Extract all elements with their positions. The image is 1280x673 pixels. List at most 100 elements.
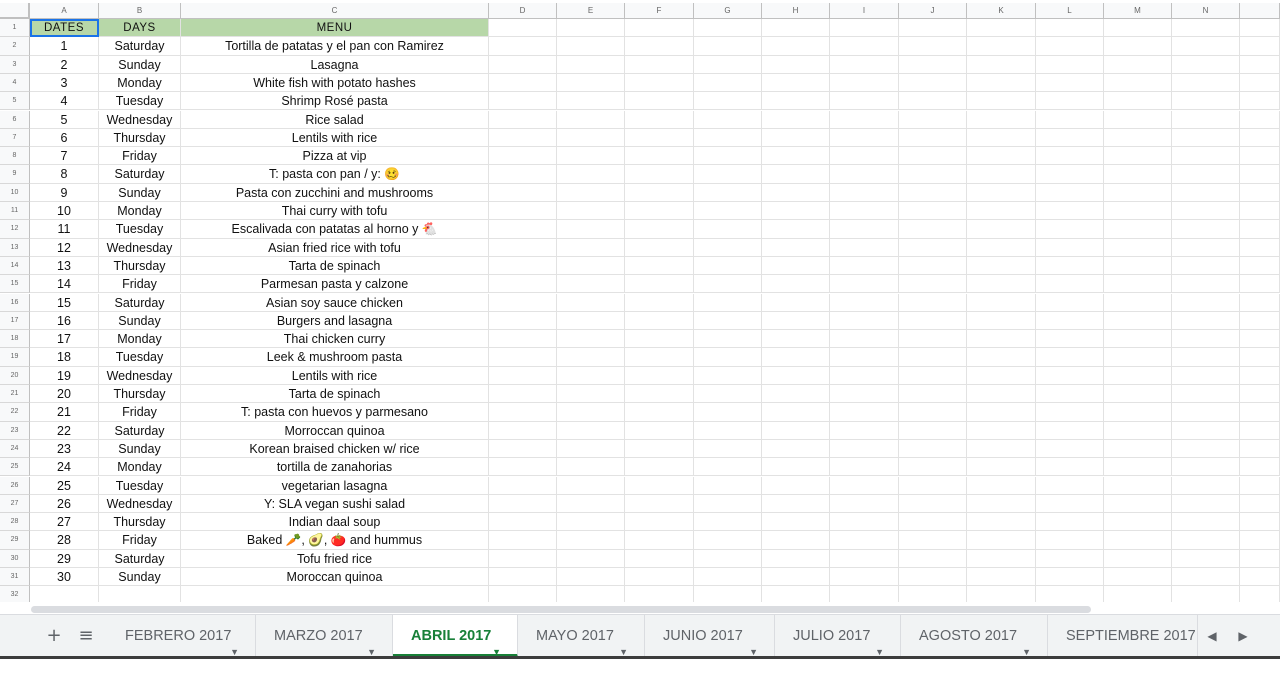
empty-cell[interactable] — [1036, 19, 1104, 38]
empty-cell[interactable] — [762, 311, 830, 331]
row-header-7[interactable]: 7 — [0, 128, 30, 148]
empty-cell[interactable] — [762, 293, 830, 312]
day-cell[interactable]: Tuesday — [99, 220, 181, 239]
empty-cell[interactable] — [830, 476, 899, 495]
row-header-26[interactable]: 26 — [0, 476, 30, 495]
empty-cell[interactable] — [1104, 531, 1172, 550]
row-header-22[interactable]: 22 — [0, 403, 30, 422]
empty-cell[interactable] — [1104, 494, 1172, 514]
empty-cell[interactable] — [1240, 183, 1280, 202]
day-cell[interactable]: Thursday — [99, 385, 181, 404]
empty-cell[interactable] — [625, 275, 694, 294]
empty-cell[interactable] — [762, 439, 830, 459]
day-cell[interactable]: Monday — [99, 73, 181, 93]
empty-cell[interactable] — [1240, 128, 1280, 148]
empty-cell[interactable] — [557, 476, 625, 495]
empty-cell[interactable] — [830, 147, 899, 166]
date-cell[interactable]: 5 — [30, 110, 99, 129]
empty-cell[interactable] — [1036, 330, 1104, 349]
empty-cell[interactable] — [1104, 421, 1172, 440]
empty-cell[interactable] — [1104, 586, 1172, 602]
day-cell[interactable]: Monday — [99, 458, 181, 477]
empty-cell[interactable] — [967, 19, 1036, 38]
empty-cell[interactable] — [899, 494, 967, 514]
empty-cell[interactable] — [830, 403, 899, 422]
empty-cell[interactable] — [899, 256, 967, 276]
empty-cell[interactable] — [967, 421, 1036, 440]
empty-cell[interactable] — [1036, 256, 1104, 276]
empty-cell[interactable] — [967, 110, 1036, 129]
empty-cell[interactable] — [1104, 549, 1172, 568]
empty-cell[interactable] — [899, 110, 967, 129]
empty-cell[interactable] — [899, 568, 967, 587]
empty-cell[interactable] — [1240, 348, 1280, 367]
date-cell[interactable]: 22 — [30, 421, 99, 440]
header-menu-cell[interactable]: MENU — [181, 19, 489, 38]
empty-cell[interactable] — [1104, 330, 1172, 349]
empty-cell[interactable] — [625, 366, 694, 385]
empty-cell[interactable] — [489, 476, 557, 495]
empty-cell[interactable] — [489, 366, 557, 385]
empty-cell[interactable] — [694, 92, 762, 111]
empty-cell[interactable] — [1172, 275, 1240, 294]
empty-cell[interactable] — [625, 403, 694, 422]
menu-cell[interactable]: Asian soy sauce chicken — [181, 293, 489, 312]
date-cell[interactable]: 7 — [30, 147, 99, 166]
day-cell[interactable]: Wednesday — [99, 494, 181, 514]
empty-cell[interactable] — [762, 92, 830, 111]
empty-cell[interactable] — [489, 55, 557, 74]
empty-cell[interactable] — [1240, 73, 1280, 93]
date-cell[interactable]: 3 — [30, 73, 99, 93]
empty-cell[interactable] — [625, 238, 694, 257]
day-cell[interactable]: Friday — [99, 403, 181, 422]
empty-cell[interactable] — [1104, 220, 1172, 239]
empty-cell[interactable] — [1240, 421, 1280, 440]
menu-cell[interactable]: tortilla de zanahorias — [181, 458, 489, 477]
empty-cell[interactable] — [762, 19, 830, 38]
day-cell[interactable]: Thursday — [99, 513, 181, 532]
empty-cell[interactable] — [1104, 366, 1172, 385]
empty-cell[interactable] — [694, 476, 762, 495]
empty-cell[interactable] — [557, 220, 625, 239]
empty-cell[interactable] — [967, 549, 1036, 568]
empty-cell[interactable] — [830, 73, 899, 93]
sheet-tab-marzo-2017[interactable]: MARZO 2017 ▼ — [256, 615, 393, 657]
column-header-a[interactable]: A — [30, 3, 99, 19]
empty-cell[interactable] — [967, 330, 1036, 349]
empty-cell[interactable] — [625, 110, 694, 129]
empty-cell[interactable] — [1036, 458, 1104, 477]
scroll-tabs-right-button[interactable]: ▶ — [1231, 615, 1255, 657]
empty-cell[interactable] — [557, 275, 625, 294]
date-cell[interactable]: 29 — [30, 549, 99, 568]
empty-cell[interactable] — [489, 330, 557, 349]
empty-cell[interactable] — [557, 19, 625, 38]
empty-cell[interactable] — [967, 439, 1036, 459]
empty-cell[interactable] — [694, 531, 762, 550]
empty-cell[interactable] — [762, 348, 830, 367]
empty-cell[interactable] — [489, 110, 557, 129]
empty-cell[interactable] — [489, 37, 557, 56]
date-cell[interactable]: 25 — [30, 476, 99, 495]
empty-cell[interactable] — [694, 439, 762, 459]
empty-cell[interactable] — [967, 55, 1036, 74]
empty-cell[interactable] — [1172, 385, 1240, 404]
empty-cell[interactable] — [489, 549, 557, 568]
empty-cell[interactable] — [899, 348, 967, 367]
empty-cell[interactable] — [830, 458, 899, 477]
empty-cell[interactable] — [1172, 92, 1240, 111]
empty-cell[interactable] — [899, 128, 967, 148]
chevron-down-icon[interactable]: ▼ — [875, 631, 884, 673]
empty-cell[interactable] — [694, 458, 762, 477]
empty-cell[interactable] — [967, 128, 1036, 148]
empty-cell[interactable] — [625, 348, 694, 367]
empty-cell[interactable] — [1036, 293, 1104, 312]
date-cell[interactable]: 30 — [30, 568, 99, 587]
empty-cell[interactable] — [967, 385, 1036, 404]
row-header-30[interactable]: 30 — [0, 549, 30, 568]
empty-cell[interactable] — [1104, 458, 1172, 477]
empty-cell[interactable] — [830, 275, 899, 294]
empty-cell[interactable] — [557, 165, 625, 184]
empty-cell[interactable] — [899, 330, 967, 349]
empty-cell[interactable] — [1172, 165, 1240, 184]
empty-cell[interactable] — [899, 183, 967, 202]
